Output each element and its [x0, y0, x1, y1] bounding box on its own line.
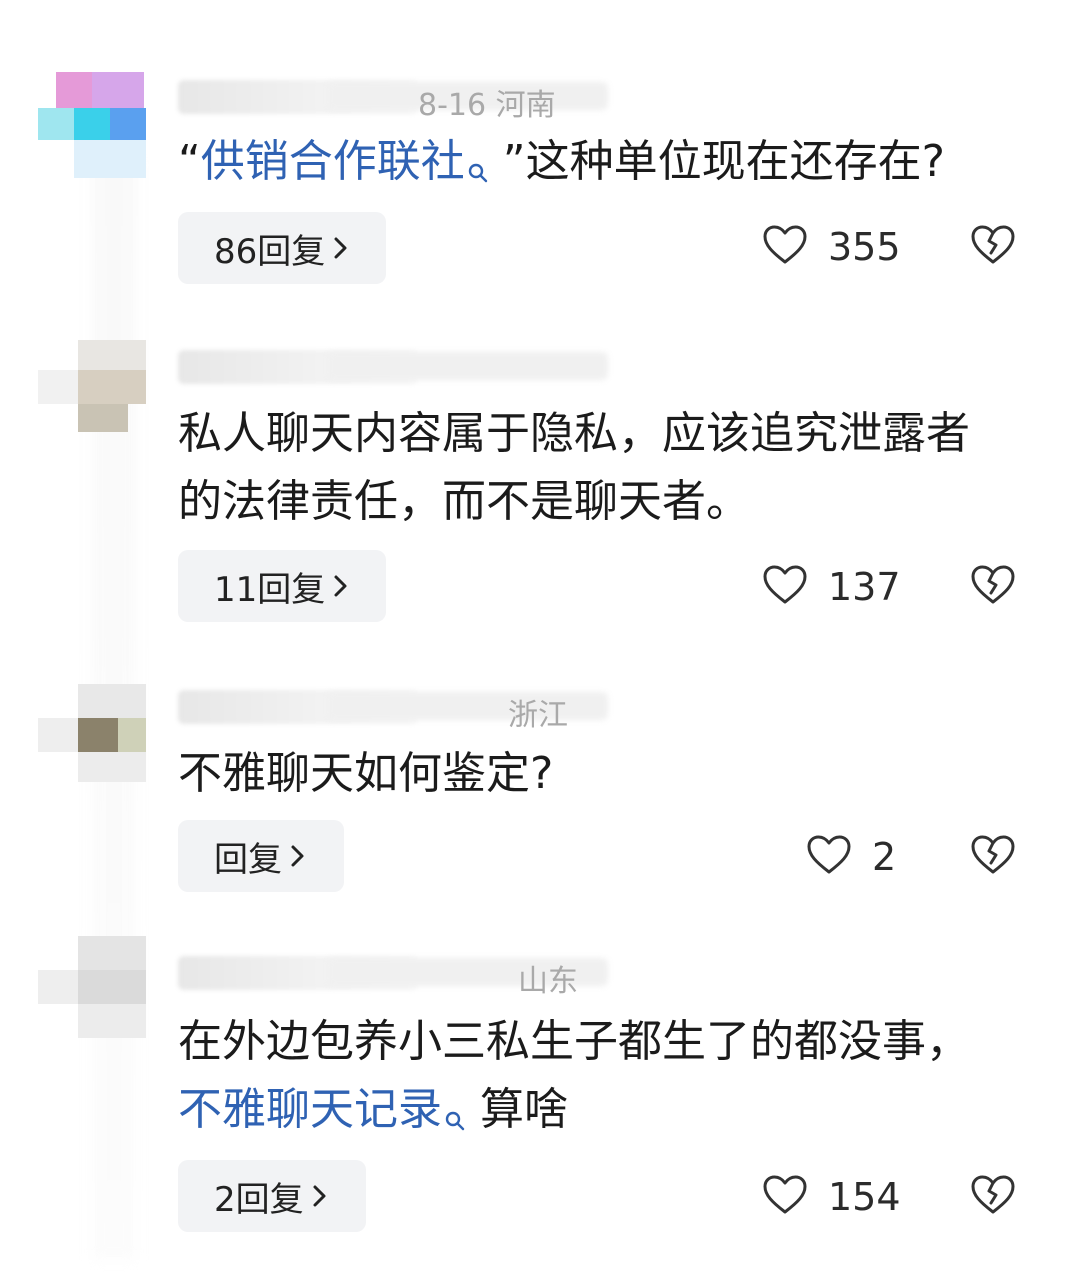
- comment-text: 在外边包养小三私生子都生了的都没事，不雅聊天记录 算啥: [178, 1016, 970, 1135]
- comment-date-location: 浙江: [508, 698, 568, 733]
- chevron-right-icon: [333, 235, 349, 261]
- comment-meta: 8-16 河南: [178, 74, 618, 124]
- like-button[interactable]: 137: [762, 564, 901, 610]
- heart-outline-icon: [806, 834, 852, 880]
- comment-text: 私人聊天内容属于隐私，应该追究泄露者的法律责任，而不是聊天者。: [178, 408, 970, 527]
- like-count: 355: [828, 225, 901, 269]
- reply-button[interactable]: 86回复: [178, 212, 386, 284]
- avatar[interactable]: [38, 330, 148, 440]
- avatar[interactable]: [38, 936, 148, 1046]
- like-button[interactable]: 154: [762, 1174, 901, 1220]
- heart-outline-icon: [762, 564, 808, 610]
- broken-heart-icon[interactable]: [970, 834, 1016, 878]
- comment-text: “供销合作联社 ”这种单位现在还存在?: [178, 136, 945, 187]
- like-button[interactable]: 355: [762, 224, 901, 270]
- broken-heart-icon[interactable]: [970, 1174, 1016, 1218]
- reply-button[interactable]: 11回复: [178, 550, 386, 622]
- comment-meta: 山东: [178, 950, 618, 1000]
- comment-date-location: 8-16 河南: [418, 88, 556, 123]
- chevron-right-icon: [333, 573, 349, 599]
- broken-heart-icon[interactable]: [970, 564, 1016, 608]
- like-button[interactable]: 2: [806, 834, 896, 880]
- chevron-right-icon: [290, 843, 306, 869]
- search-small-icon: [467, 136, 489, 183]
- like-count: 154: [828, 1175, 901, 1219]
- avatar[interactable]: [38, 684, 148, 794]
- reply-button[interactable]: 2回复: [178, 1160, 366, 1232]
- like-count: 137: [828, 565, 901, 609]
- broken-heart-icon[interactable]: [970, 224, 1016, 268]
- comment-meta: 浙江: [178, 684, 618, 734]
- chevron-right-icon: [312, 1183, 328, 1209]
- blurred-username: [328, 352, 608, 380]
- reply-label: 回复: [214, 839, 282, 880]
- like-count: 2: [872, 835, 897, 879]
- reply-button[interactable]: 回复: [178, 820, 344, 892]
- heart-outline-icon: [762, 1174, 808, 1220]
- reply-label: 2回复: [214, 1179, 304, 1220]
- reply-label: 11回复: [214, 569, 326, 610]
- topic-link[interactable]: 供销合作联社: [201, 136, 465, 187]
- search-small-icon: [444, 1084, 466, 1131]
- reply-label: 86回复: [214, 231, 326, 272]
- heart-outline-icon: [762, 224, 808, 270]
- avatar[interactable]: [38, 72, 148, 182]
- comment-date-location: 山东: [518, 964, 578, 999]
- comment-meta: [178, 344, 618, 394]
- comment-text: 不雅聊天如何鉴定?: [178, 748, 554, 799]
- topic-link[interactable]: 不雅聊天记录: [178, 1084, 442, 1135]
